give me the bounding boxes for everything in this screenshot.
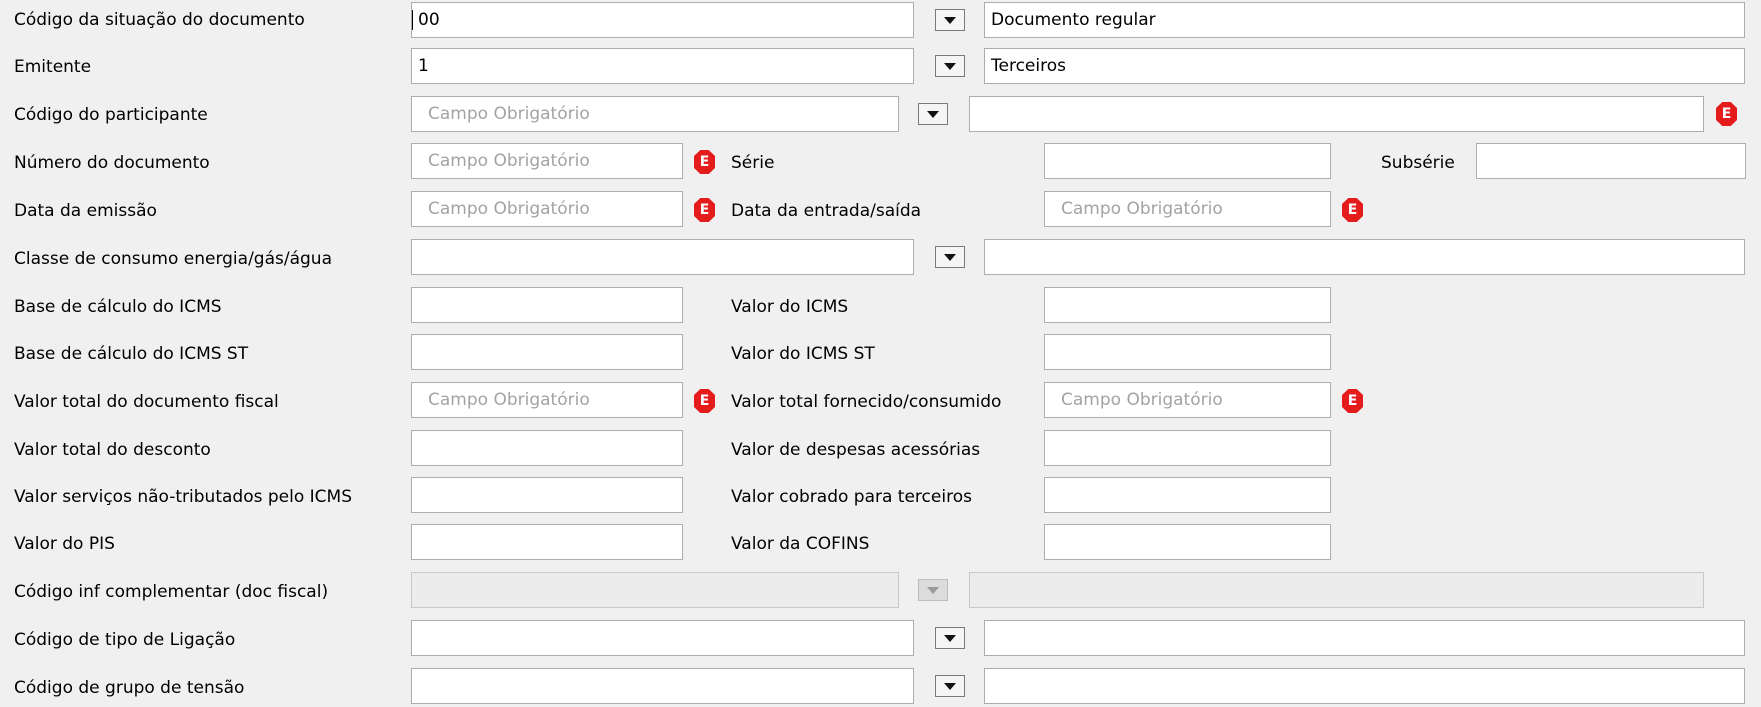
- valor-desconto-field[interactable]: [411, 430, 683, 466]
- emitente-label: Emitente: [14, 57, 92, 77]
- text-cursor: [412, 10, 413, 30]
- situacao-dropdown-button[interactable]: [935, 9, 965, 31]
- tipo-ligacao-code-field[interactable]: [411, 620, 914, 656]
- valor-cofins-label: Valor da COFINS: [731, 534, 870, 554]
- valor-icms-st-label: Valor do ICMS ST: [731, 344, 875, 364]
- error-icon: E: [694, 198, 715, 222]
- valor-total-documento-label: Valor total do documento fiscal: [14, 392, 279, 412]
- serie-label: Série: [731, 153, 775, 173]
- emitente-dropdown-button[interactable]: [935, 55, 965, 77]
- data-emissao-label: Data da emissão: [14, 201, 157, 221]
- grupo-tensao-dropdown-button[interactable]: [935, 675, 965, 697]
- classe-consumo-desc-field[interactable]: [984, 239, 1745, 275]
- inf-complementar-code-field: [411, 572, 899, 608]
- tipo-ligacao-label: Código de tipo de Ligação: [14, 630, 236, 650]
- inf-complementar-dropdown-button: [918, 579, 948, 601]
- data-entrada-saida-label: Data da entrada/saída: [731, 201, 922, 221]
- valor-total-fornecido-field[interactable]: Campo Obrigatório: [1044, 382, 1331, 418]
- error-icon: E: [694, 389, 715, 413]
- valor-cofins-field[interactable]: [1044, 524, 1331, 560]
- despesas-acessorias-field[interactable]: [1044, 430, 1331, 466]
- tipo-ligacao-desc-field[interactable]: [984, 620, 1745, 656]
- classe-consumo-dropdown-button[interactable]: [935, 246, 965, 268]
- participante-label: Código do participante: [14, 105, 208, 125]
- tipo-ligacao-dropdown-button[interactable]: [935, 627, 965, 649]
- participante-code-field[interactable]: Campo Obrigatório: [411, 96, 899, 132]
- situacao-desc-field[interactable]: Documento regular: [984, 2, 1745, 38]
- base-icms-st-field[interactable]: [411, 334, 683, 370]
- inf-complementar-desc-field: [969, 572, 1704, 608]
- base-icms-st-label: Base de cálculo do ICMS ST: [14, 344, 249, 364]
- classe-consumo-label: Classe de consumo energia/gás/água: [14, 249, 332, 269]
- participante-desc-field[interactable]: [969, 96, 1704, 132]
- inf-complementar-label: Código inf complementar (doc fiscal): [14, 582, 329, 602]
- situacao-label: Código da situação do documento: [14, 10, 305, 30]
- valor-icms-st-field[interactable]: [1044, 334, 1331, 370]
- grupo-tensao-label: Código de grupo de tensão: [14, 678, 245, 698]
- data-entrada-saida-field[interactable]: Campo Obrigatório: [1044, 191, 1331, 227]
- valor-total-documento-field[interactable]: Campo Obrigatório: [411, 382, 683, 418]
- error-icon: E: [1716, 102, 1737, 126]
- participante-dropdown-button[interactable]: [918, 103, 948, 125]
- subserie-field[interactable]: [1476, 143, 1746, 179]
- data-emissao-field[interactable]: Campo Obrigatório: [411, 191, 683, 227]
- serie-field[interactable]: [1044, 143, 1331, 179]
- emitente-desc-field[interactable]: Terceiros: [984, 48, 1745, 84]
- valor-pis-label: Valor do PIS: [14, 534, 115, 554]
- despesas-acessorias-label: Valor de despesas acessórias: [731, 440, 981, 460]
- valor-cobrado-terceiros-field[interactable]: [1044, 477, 1331, 513]
- servicos-nao-tributados-field[interactable]: [411, 477, 683, 513]
- base-icms-label: Base de cálculo do ICMS: [14, 297, 222, 317]
- situacao-code-field[interactable]: 00: [411, 2, 914, 38]
- grupo-tensao-code-field[interactable]: [411, 668, 914, 704]
- valor-desconto-label: Valor total do desconto: [14, 440, 211, 460]
- numero-documento-field[interactable]: Campo Obrigatório: [411, 143, 683, 179]
- numero-documento-label: Número do documento: [14, 153, 210, 173]
- subserie-label: Subsérie: [1381, 153, 1455, 173]
- grupo-tensao-desc-field[interactable]: [984, 668, 1745, 704]
- classe-consumo-code-field[interactable]: [411, 239, 914, 275]
- error-icon: E: [1342, 198, 1363, 222]
- base-icms-field[interactable]: [411, 287, 683, 323]
- valor-icms-field[interactable]: [1044, 287, 1331, 323]
- valor-cobrado-terceiros-label: Valor cobrado para terceiros: [731, 487, 972, 507]
- valor-total-fornecido-label: Valor total fornecido/consumido: [731, 392, 1002, 412]
- error-icon: E: [694, 150, 715, 174]
- valor-icms-label: Valor do ICMS: [731, 297, 849, 317]
- servicos-nao-tributados-label: Valor serviços não-tributados pelo ICMS: [14, 487, 352, 507]
- valor-pis-field[interactable]: [411, 524, 683, 560]
- emitente-code-field[interactable]: 1: [411, 48, 914, 84]
- error-icon: E: [1342, 389, 1363, 413]
